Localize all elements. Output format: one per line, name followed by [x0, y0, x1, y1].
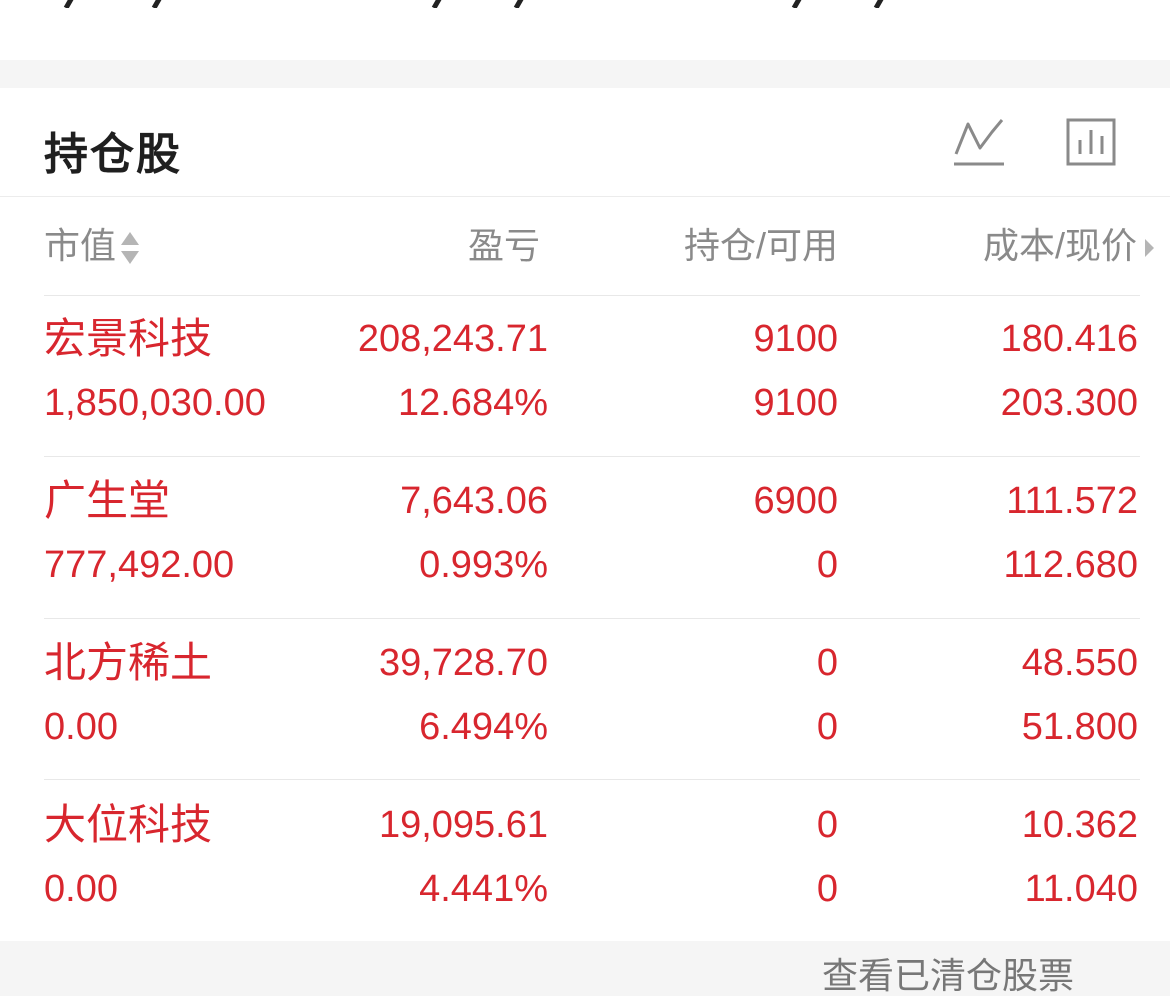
cleared-stocks-link[interactable]: 查看已清仓股票 — [822, 956, 1074, 996]
bar-chart-button[interactable] — [1064, 114, 1120, 170]
stock-name: 大位科技 — [44, 801, 213, 848]
available-quantity: 9100 — [753, 382, 838, 424]
stock-name: 宏景科技 — [44, 315, 213, 362]
row-divider — [44, 456, 1140, 457]
column-header-label: 成本/现价 — [982, 225, 1137, 266]
position-quantity: 0 — [816, 804, 838, 846]
section-title: 持仓股 — [44, 130, 182, 179]
profit-loss-percent: 12.684% — [397, 382, 548, 424]
profit-loss-percent: 6.494% — [419, 706, 548, 748]
current-price: 203.300 — [1000, 382, 1138, 424]
available-quantity: 0 — [816, 868, 838, 910]
cost-price: 10.362 — [1021, 804, 1138, 846]
available-quantity: 0 — [816, 544, 838, 586]
column-header-label: 市值 — [44, 225, 117, 266]
bar-chart-icon — [1066, 118, 1116, 166]
chevron-right-icon — [1145, 239, 1154, 258]
cost-price: 180.416 — [1000, 318, 1138, 360]
market-value: 0.00 — [44, 706, 118, 748]
row-divider — [44, 295, 1140, 296]
available-quantity: 0 — [816, 706, 838, 748]
column-header-market-value[interactable]: 市值 — [44, 224, 140, 268]
top-card-remnant — [0, 0, 1170, 60]
profit-loss-percent: 4.441% — [419, 868, 548, 910]
position-quantity: 9100 — [753, 318, 838, 360]
line-chart-icon — [954, 119, 1004, 166]
current-price: 51.800 — [1021, 706, 1138, 748]
column-header-profit-loss: 盈亏 — [467, 225, 540, 266]
clipped-glyph — [431, 0, 442, 8]
profit-loss-amount: 208,243.71 — [357, 318, 548, 360]
profit-loss-amount: 39,728.70 — [378, 642, 548, 684]
clipped-glyph — [513, 0, 524, 8]
holdings-header: 持仓股 — [0, 88, 1170, 197]
row-divider — [44, 618, 1140, 619]
sort-icon — [121, 232, 140, 265]
position-quantity: 0 — [816, 642, 838, 684]
line-chart-button[interactable] — [952, 114, 1008, 170]
market-value: 1,850,030.00 — [44, 382, 266, 424]
row-divider — [44, 779, 1140, 780]
clipped-glyph — [791, 0, 802, 8]
clipped-glyph — [151, 0, 162, 8]
stock-name: 广生堂 — [44, 477, 171, 524]
market-value: 0.00 — [44, 868, 118, 910]
profit-loss-percent: 0.993% — [419, 544, 548, 586]
column-header-cost-price[interactable]: 成本/现价 — [900, 224, 1155, 268]
current-price: 11.040 — [1024, 868, 1138, 910]
clipped-glyph — [63, 0, 74, 8]
cost-price: 48.550 — [1021, 642, 1138, 684]
clipped-glyph — [873, 0, 884, 8]
column-header-position-available: 持仓/可用 — [683, 225, 838, 266]
profit-loss-amount: 19,095.61 — [378, 804, 548, 846]
stock-name: 北方稀土 — [44, 639, 213, 686]
market-value: 777,492.00 — [44, 544, 235, 586]
holdings-panel: 持仓股 市值 盈亏 持仓/可用 成本/现价 宏景科技 1,850,030.00 … — [0, 88, 1170, 941]
position-quantity: 6900 — [753, 480, 838, 522]
profit-loss-amount: 7,643.06 — [400, 480, 548, 522]
cost-price: 111.572 — [1006, 480, 1138, 522]
current-price: 112.680 — [1003, 544, 1138, 586]
